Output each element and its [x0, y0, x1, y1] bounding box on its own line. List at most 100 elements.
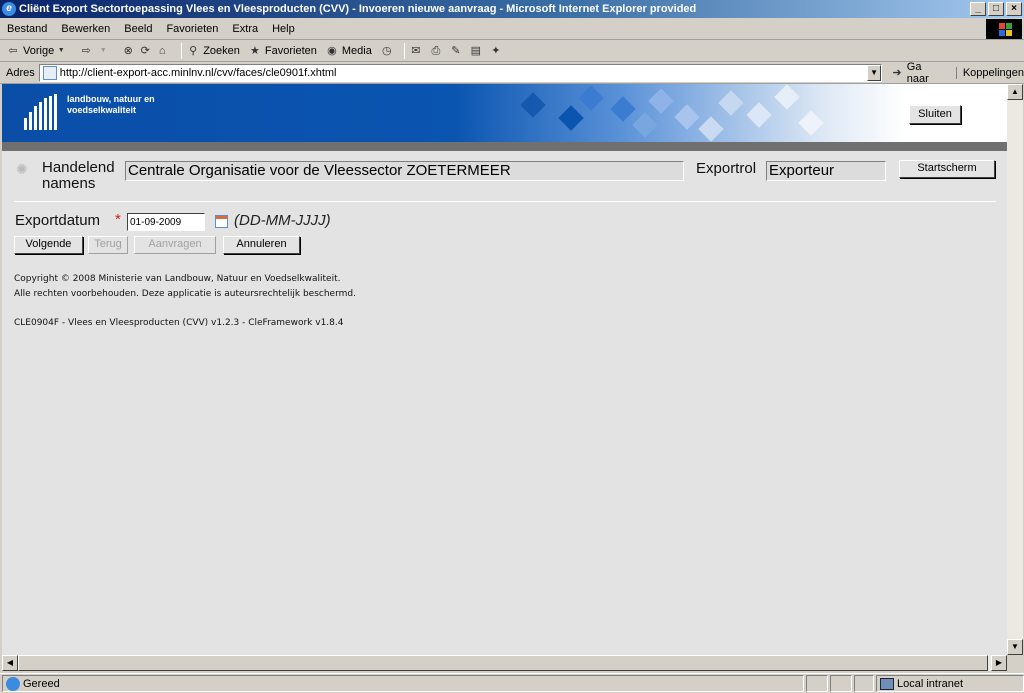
section-divider	[14, 201, 996, 202]
menu-help[interactable]: Help	[265, 23, 302, 35]
horizontal-scrollbar[interactable]: ◀ ▶	[2, 655, 1007, 671]
favorites-button-label: Favorieten	[264, 44, 317, 57]
maximize-button[interactable]: □	[988, 2, 1004, 16]
refresh-icon[interactable]: ⟳	[138, 44, 152, 58]
address-label: Adres	[6, 66, 35, 79]
vertical-scrollbar[interactable]: ▲ ▼	[1007, 84, 1023, 655]
status-text: Gereed	[23, 677, 60, 690]
search-button[interactable]: ⚲ Zoeken	[186, 44, 240, 58]
aanvragen-button[interactable]: Aanvragen	[134, 236, 216, 254]
scroll-left-icon[interactable]: ◀	[2, 655, 18, 671]
intranet-icon	[880, 677, 894, 690]
back-button[interactable]: ⇦ Vorige ▼	[6, 44, 71, 58]
forward-button[interactable]: ⇨ ▼	[79, 44, 113, 58]
security-zone: Local intranet	[876, 675, 1024, 692]
favorites-button[interactable]: ★ Favorieten	[248, 44, 317, 58]
address-url[interactable]: http://client-export-acc.minlnv.nl/cvv/f…	[60, 67, 337, 79]
address-bar: Adres http://client-export-acc.minlnv.nl…	[0, 61, 1024, 85]
edit-icon[interactable]: ✎	[449, 44, 463, 58]
mail-icon[interactable]: ✉	[409, 44, 423, 58]
discuss-icon[interactable]: ▤	[469, 44, 483, 58]
volgende-button[interactable]: Volgende	[14, 236, 83, 254]
forward-arrow-icon: ⇨	[81, 44, 91, 57]
date-format-hint: (DD-MM-JJJJ)	[234, 212, 331, 229]
sluiten-button[interactable]: Sluiten	[909, 105, 961, 124]
favorites-icon: ★	[249, 44, 260, 57]
menu-extra[interactable]: Extra	[225, 23, 265, 35]
ministry-name-line-1: landbouw, natuur en	[67, 94, 155, 104]
search-button-label: Zoeken	[203, 44, 240, 57]
media-button-label: Media	[341, 44, 372, 57]
copyright-line-2: Alle rechten voorbehouden. Deze applicat…	[14, 289, 356, 299]
page-icon	[42, 65, 57, 80]
exportdatum-input[interactable]	[127, 213, 205, 231]
scroll-down-icon[interactable]: ▼	[1007, 639, 1023, 655]
status-cell	[854, 675, 874, 692]
handelend-label-line-2: namens	[42, 175, 96, 192]
exportrol-field: Exporteur	[766, 161, 886, 181]
windows-logo-icon	[986, 19, 1022, 39]
chevron-down-icon: ▼	[57, 46, 65, 54]
copyright-text: Copyright © 2008 Ministerie van Landbouw…	[14, 272, 356, 302]
media-button[interactable]: ◉ Media	[325, 44, 372, 58]
address-input[interactable]: http://client-export-acc.minlnv.nl/cvv/f…	[38, 63, 883, 82]
scroll-right-icon[interactable]: ▶	[991, 655, 1007, 671]
loading-icon: ✺	[16, 161, 28, 177]
page-viewport: landbouw, natuur en voedselkwaliteit Slu…	[2, 84, 1007, 655]
menu-favorieten[interactable]: Favorieten	[159, 23, 225, 35]
go-button-label: Ga naar	[906, 60, 929, 85]
history-icon[interactable]: ◷	[380, 44, 394, 58]
ministry-name: landbouw, natuur en voedselkwaliteit	[67, 94, 155, 116]
close-window-button[interactable]: ×	[1006, 2, 1022, 16]
banner: landbouw, natuur en voedselkwaliteit Slu…	[2, 84, 1007, 142]
menu-bestand[interactable]: Bestand	[0, 23, 54, 35]
organisation-field: Centrale Organisatie voor de Vleessector…	[125, 161, 684, 181]
scroll-up-icon[interactable]: ▲	[1007, 84, 1023, 100]
go-button[interactable]: ➜ Ga naar	[890, 61, 946, 85]
calendar-icon[interactable]	[215, 215, 228, 228]
go-arrow-icon: ➜	[892, 66, 902, 79]
annuleren-button[interactable]: Annuleren	[223, 236, 300, 254]
home-icon[interactable]: ⌂	[155, 44, 169, 58]
exportrol-label: Exportrol	[696, 160, 757, 177]
menu-beeld[interactable]: Beeld	[117, 23, 159, 35]
print-icon[interactable]: ⎙	[429, 44, 443, 58]
status-cell	[830, 675, 852, 692]
stop-icon[interactable]: ⊗	[121, 44, 135, 58]
menu-bewerken[interactable]: Bewerken	[54, 23, 117, 35]
address-dropdown-icon[interactable]: ▼	[867, 64, 882, 81]
messenger-icon[interactable]: ✦	[489, 44, 503, 58]
toolbar-separator	[403, 42, 405, 59]
toolbar-separator	[181, 42, 183, 59]
ministry-logo-icon	[24, 94, 60, 130]
chevron-down-icon: ▼	[99, 46, 107, 54]
minimize-button[interactable]: _	[970, 2, 986, 16]
startscherm-button[interactable]: Startscherm	[899, 160, 995, 178]
banner-divider	[2, 142, 1007, 151]
links-button[interactable]: Koppelingen	[955, 66, 1024, 79]
window-title: Cliënt Export Sectortoepassing Vlees en …	[19, 3, 697, 15]
terug-button[interactable]: Terug	[88, 236, 128, 254]
status-panel: Gereed	[2, 675, 804, 692]
handelend-namens-label: Handelend namens	[42, 160, 126, 192]
handelend-label-line-1: Handelend	[42, 159, 115, 176]
window-title-bar[interactable]: e Cliënt Export Sectortoepassing Vlees e…	[0, 0, 1024, 18]
media-icon: ◉	[327, 44, 337, 57]
search-icon: ⚲	[189, 44, 198, 57]
status-bar: Gereed Local intranet	[0, 673, 1024, 693]
required-marker: *	[115, 211, 121, 228]
toolbar: ⇦ Vorige ▼ ⇨ ▼ ⊗ ⟳ ⌂ ⚲ Zoeken ★ Favoriet…	[0, 40, 1024, 62]
security-zone-label: Local intranet	[897, 677, 964, 690]
window-controls: _ □ ×	[970, 2, 1022, 16]
page-status-icon	[6, 676, 20, 691]
internet-explorer-icon: e	[2, 2, 16, 16]
status-cell	[806, 675, 828, 692]
exportdatum-label: Exportdatum	[15, 212, 101, 229]
horizontal-scroll-thumb[interactable]	[18, 655, 988, 671]
copyright-line-1: Copyright © 2008 Ministerie van Landbouw…	[14, 274, 341, 284]
scrollbar-corner	[1007, 655, 1023, 671]
menu-bar: Bestand Bewerken Beeld Favorieten Extra …	[0, 18, 1024, 40]
back-arrow-icon: ⇦	[8, 44, 18, 57]
back-button-label: Vorige	[23, 44, 55, 57]
ministry-name-line-2: voedselkwaliteit	[67, 105, 137, 115]
